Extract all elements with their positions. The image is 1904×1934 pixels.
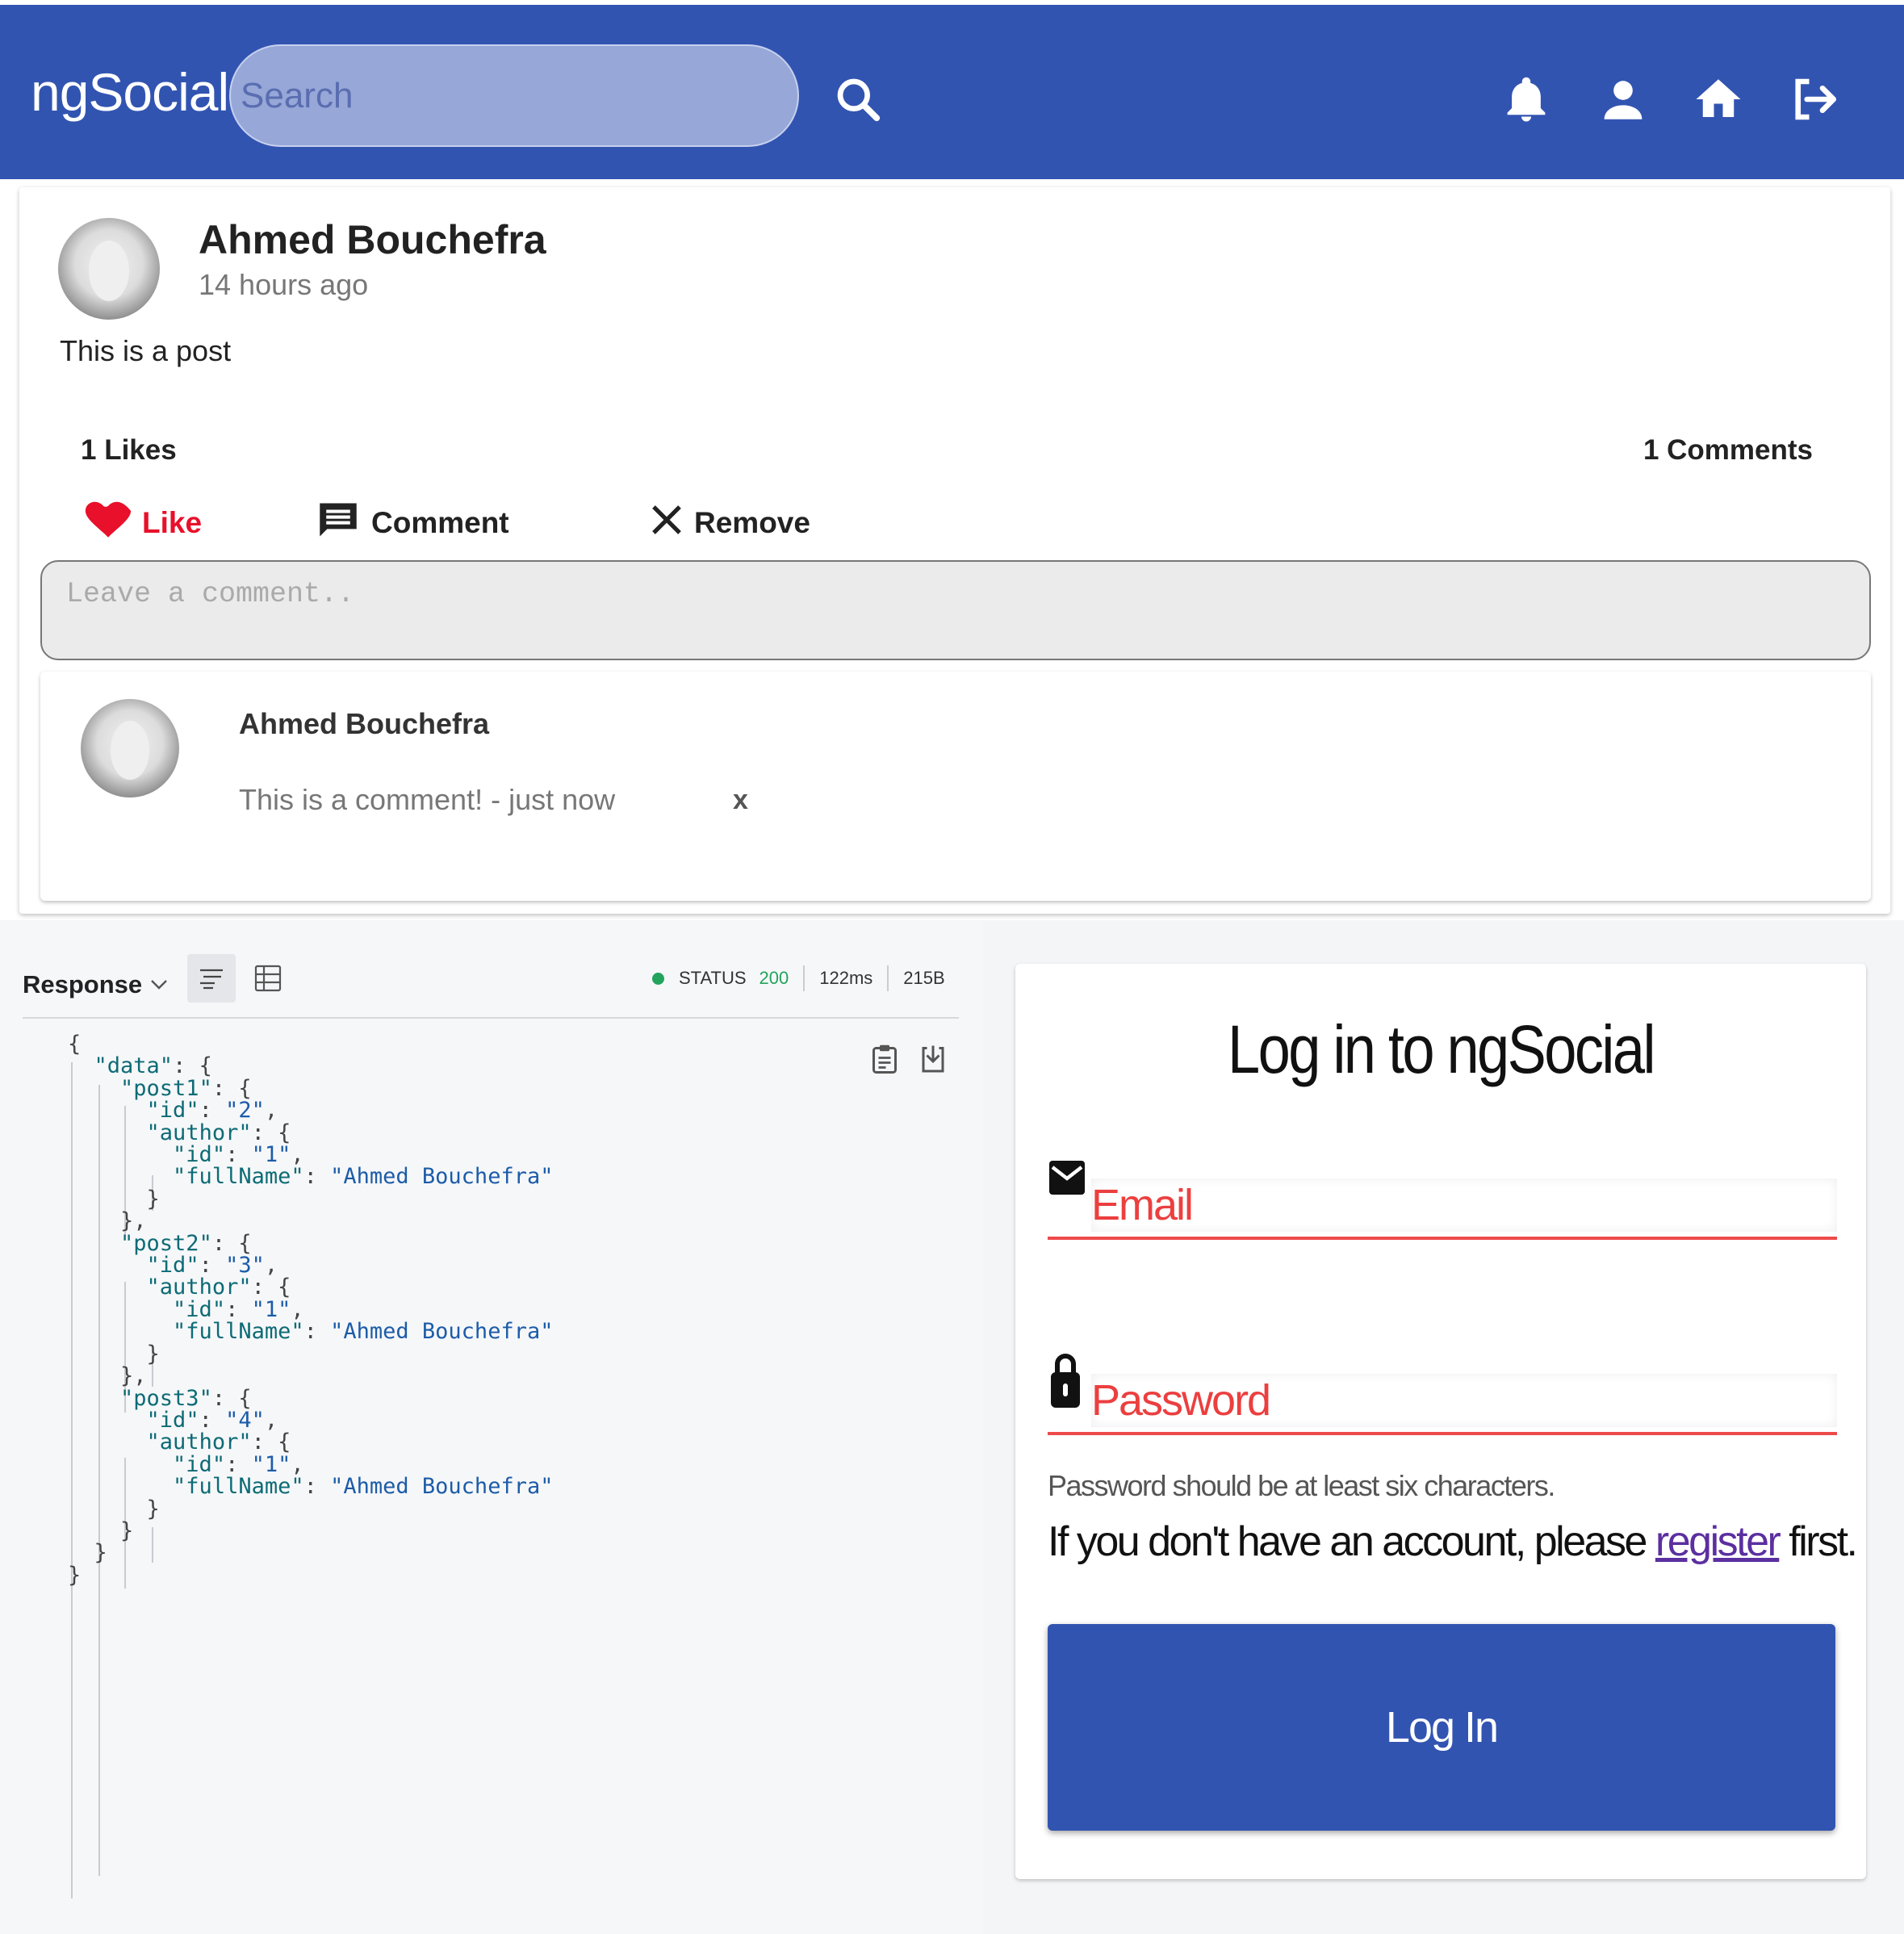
copy-icon[interactable] bbox=[870, 1043, 899, 1075]
email-underline bbox=[1048, 1237, 1837, 1240]
divider bbox=[23, 1017, 959, 1019]
login-card: Log in to ngSocial Password should be at… bbox=[1015, 964, 1866, 1879]
avatar[interactable] bbox=[81, 699, 179, 797]
register-suffix: first. bbox=[1779, 1518, 1858, 1565]
status-label: STATUS bbox=[679, 968, 747, 988]
response-title: Response bbox=[23, 970, 143, 998]
brand-logo[interactable]: ngSocial bbox=[31, 61, 229, 123]
register-link[interactable]: register bbox=[1655, 1518, 1781, 1565]
comment-author-name[interactable]: Ahmed Bouchefra bbox=[239, 707, 489, 741]
response-size: 215B bbox=[903, 968, 945, 988]
comment-item: Ahmed Bouchefra This is a comment! - jus… bbox=[40, 672, 1871, 901]
lock-icon bbox=[1048, 1346, 1086, 1408]
pretty-view-button[interactable] bbox=[187, 954, 236, 1003]
avatar[interactable] bbox=[58, 218, 160, 320]
top-navbar: ngSocial bbox=[0, 5, 1904, 179]
comment-button[interactable]: Comment bbox=[313, 500, 509, 546]
comment-icon bbox=[313, 500, 371, 547]
register-text: If you don't have an account, please reg… bbox=[1048, 1517, 1858, 1566]
remove-button[interactable]: Remove bbox=[647, 500, 810, 546]
download-icon[interactable] bbox=[919, 1043, 948, 1075]
lower-section: Response STATUS 200 122ms 215B {"data":… bbox=[0, 920, 1904, 1934]
search-icon[interactable] bbox=[833, 74, 883, 124]
status-code: 200 bbox=[759, 968, 789, 988]
response-dropdown[interactable]: Response bbox=[23, 970, 168, 999]
like-label: Like bbox=[142, 506, 203, 539]
login-title: Log in to ngSocial bbox=[1228, 1011, 1655, 1087]
search-input[interactable] bbox=[229, 44, 799, 147]
heart-icon bbox=[82, 501, 142, 546]
password-underline bbox=[1048, 1432, 1837, 1435]
json-response-body: { "data": { "post1": { "id": "2", "autho… bbox=[68, 1032, 554, 1588]
wrap-lines-icon bbox=[200, 969, 223, 990]
envelope-icon bbox=[1048, 1153, 1086, 1201]
response-time: 122ms bbox=[819, 968, 873, 988]
comments-count: 1 Comments bbox=[1642, 434, 1813, 466]
like-button[interactable]: Like bbox=[82, 500, 202, 546]
password-hint: Password should be at least six characte… bbox=[1048, 1469, 1555, 1502]
status-bar: STATUS 200 122ms 215B bbox=[652, 965, 945, 991]
password-field[interactable] bbox=[1091, 1374, 1837, 1427]
post-card: Ahmed Bouchefra 14 hours ago This is a p… bbox=[19, 187, 1890, 914]
post-body: This is a post bbox=[60, 334, 232, 367]
remove-label: Remove bbox=[694, 506, 810, 539]
register-prefix: If you don't have an account, please bbox=[1048, 1518, 1655, 1565]
response-panel: Response STATUS 200 122ms 215B {"data":… bbox=[0, 920, 983, 1934]
likes-count: 1 Likes bbox=[81, 434, 177, 466]
person-icon[interactable] bbox=[1596, 73, 1650, 126]
logout-icon[interactable] bbox=[1787, 73, 1840, 126]
table-icon bbox=[254, 965, 282, 992]
comment-input[interactable] bbox=[40, 560, 1871, 660]
close-icon bbox=[647, 500, 694, 546]
email-field[interactable] bbox=[1091, 1178, 1837, 1232]
comment-label: Comment bbox=[371, 506, 509, 539]
comment-text: This is a comment! - just now bbox=[239, 783, 616, 816]
response-header: Response bbox=[23, 961, 168, 1009]
bell-icon[interactable] bbox=[1500, 73, 1553, 126]
table-view-button[interactable] bbox=[244, 954, 292, 1003]
status-dot bbox=[652, 972, 664, 985]
post-timestamp: 14 hours ago bbox=[199, 268, 369, 301]
home-icon[interactable] bbox=[1692, 73, 1745, 126]
post-author-name[interactable]: Ahmed Bouchefra bbox=[199, 216, 546, 263]
chevron-down-icon bbox=[150, 974, 168, 995]
delete-comment-button[interactable]: x bbox=[733, 785, 748, 816]
login-button[interactable]: Log In bbox=[1048, 1624, 1835, 1831]
